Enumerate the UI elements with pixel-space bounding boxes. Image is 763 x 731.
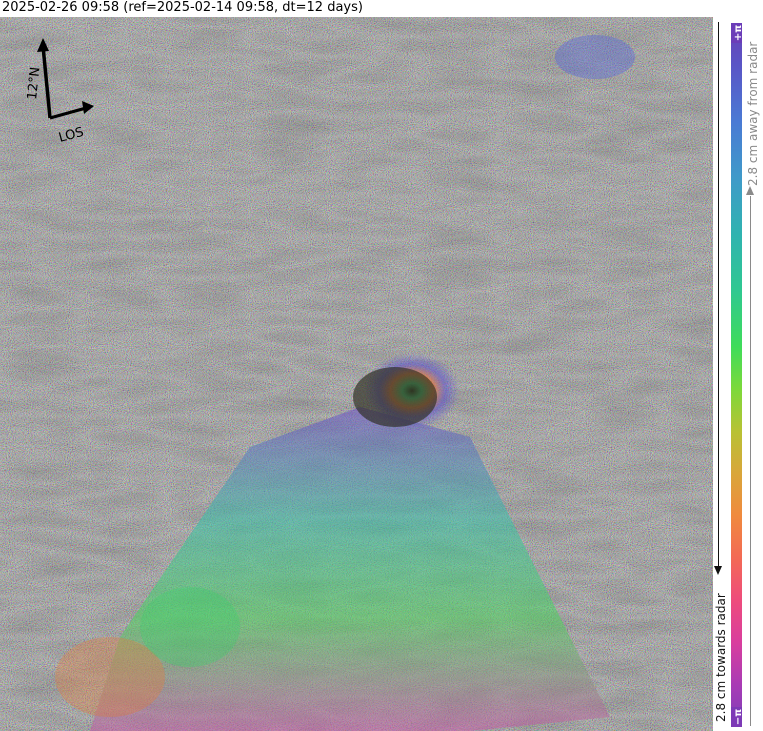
- colorbar-min-label: −π: [731, 707, 744, 727]
- interferogram-title: 2025-02-26 09:58 (ref=2025-02-14 09:58, …: [2, 0, 363, 15]
- away-from-radar-arrowhead-icon: [746, 186, 754, 195]
- interferogram-image: [0, 17, 713, 731]
- towards-radar-arrow-icon: [718, 22, 719, 572]
- compass-north-label: 12°N: [25, 66, 43, 100]
- away-from-radar-label: 2.8 cm away from radar: [746, 41, 760, 186]
- away-from-radar-arrow-icon: [750, 196, 751, 726]
- towards-radar-label: 2.8 cm towards radar: [714, 593, 728, 722]
- towards-radar-arrowhead-icon: [714, 566, 722, 575]
- colorbar-max-label: +π: [731, 23, 744, 43]
- north-arrow-icon: 12°N LOS: [25, 38, 94, 146]
- compass-los-label: LOS: [57, 125, 85, 146]
- phase-colorbar: [731, 23, 742, 727]
